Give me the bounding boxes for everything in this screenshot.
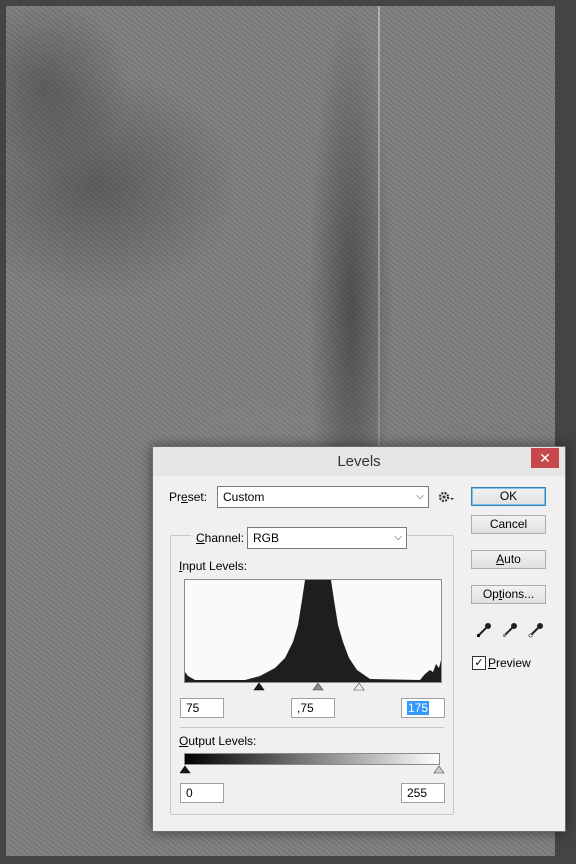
chevron-down-icon: ⌵: [416, 491, 424, 502]
output-black-slider[interactable]: [180, 765, 191, 774]
preview-checkbox[interactable]: ✓: [472, 656, 486, 670]
histogram-shape: [185, 580, 441, 682]
output-white-field[interactable]: 255: [401, 783, 445, 803]
histogram: [184, 579, 442, 683]
levels-dialog: Levels ✕ Preset: Custom ⌵ OK Cancel Auto…: [152, 446, 566, 832]
white-point-slider[interactable]: [353, 682, 365, 691]
input-levels-label: Input Levels:: [179, 559, 248, 573]
input-black-field[interactable]: 75: [180, 698, 224, 718]
cancel-button[interactable]: Cancel: [471, 515, 546, 534]
separator: [180, 727, 444, 728]
channel-select[interactable]: RGB ⌵: [247, 527, 407, 549]
gear-icon[interactable]: [437, 488, 455, 506]
input-white-field[interactable]: 175: [401, 698, 445, 718]
input-sliders: [253, 682, 365, 691]
output-white-slider[interactable]: [433, 765, 444, 774]
preview-label: Preview: [488, 656, 531, 670]
chevron-down-icon: ⌵: [394, 532, 402, 543]
dialog-titlebar[interactable]: Levels ✕: [153, 447, 565, 476]
output-gradient: [184, 753, 440, 765]
gamma-slider[interactable]: [312, 682, 324, 691]
options-button[interactable]: Options...: [471, 585, 546, 604]
input-white-value: 175: [407, 701, 430, 715]
preset-select[interactable]: Custom ⌵: [217, 486, 429, 508]
close-button[interactable]: ✕: [531, 448, 559, 468]
paper-crease: [378, 6, 380, 446]
preset-value: Custom: [223, 490, 265, 504]
channel-value: RGB: [253, 531, 280, 545]
input-gamma-field[interactable]: ,75: [291, 698, 335, 718]
gray-eyedropper-icon[interactable]: [501, 621, 519, 639]
black-eyedropper-icon[interactable]: [475, 621, 493, 639]
dialog-title: Levels: [337, 453, 381, 470]
auto-button[interactable]: Auto: [471, 550, 546, 569]
black-point-slider[interactable]: [253, 682, 265, 691]
ok-button[interactable]: OK: [471, 487, 546, 506]
preset-label: Preset:: [169, 490, 208, 504]
output-black-field[interactable]: 0: [180, 783, 224, 803]
checkmark-icon: ✓: [474, 657, 484, 669]
output-levels-label: Output Levels:: [179, 734, 257, 748]
white-eyedropper-icon[interactable]: [527, 621, 545, 639]
close-icon: ✕: [539, 450, 551, 466]
channel-label: Channel:: [191, 531, 250, 545]
output-sliders: [180, 765, 444, 774]
